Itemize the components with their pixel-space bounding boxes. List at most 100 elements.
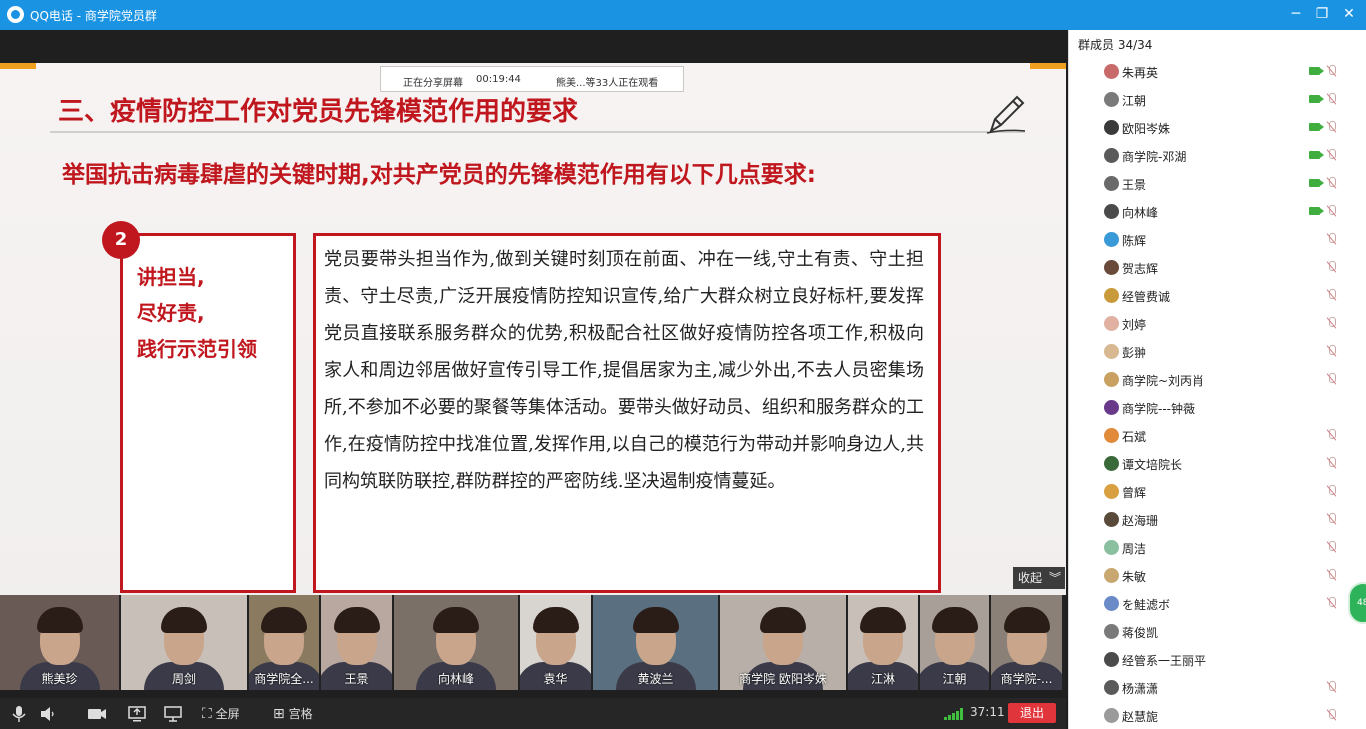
heading-divider — [50, 131, 1025, 133]
member-row[interactable]: 商学院-邓湖 — [1104, 141, 1336, 169]
member-avatar — [1104, 316, 1119, 331]
member-row[interactable]: 商学院---钟薇 — [1104, 393, 1334, 421]
member-avatar — [1104, 64, 1119, 79]
call-duration: 37:11 — [970, 705, 1005, 719]
member-row[interactable]: 朱敏 — [1104, 561, 1336, 589]
topic-text: 讲担当, 尽好责, 践行示范引领 — [137, 265, 257, 361]
mic-muted-icon — [1326, 345, 1338, 357]
fullscreen-icon: ⛶ — [202, 706, 212, 722]
member-name: 蒋俊凯 — [1122, 626, 1159, 640]
member-row[interactable]: 曾辉 — [1104, 477, 1336, 505]
member-row[interactable]: 赵慧旎 — [1104, 701, 1336, 729]
member-avatar — [1104, 120, 1119, 135]
camera-on-icon — [1309, 123, 1324, 131]
participant-hair — [1003, 607, 1050, 633]
member-row[interactable]: 江朝 — [1104, 85, 1336, 113]
camera-button[interactable] — [86, 704, 108, 724]
video-strip: 熊美珍 周剑 商学院全... 王景 向林峰 袁华 黄波兰 商学院 欧阳岑姝 江淋 江朝 商学院-..… — [0, 595, 1066, 690]
chevron-down-icon: ︾ — [1048, 571, 1061, 585]
video-tile[interactable]: 江淋 — [848, 595, 918, 690]
exit-call-button[interactable]: 退出 — [1008, 703, 1056, 723]
member-row[interactable]: 蒋俊凯 — [1104, 617, 1334, 645]
mic-muted-icon — [1326, 709, 1338, 721]
video-tile[interactable]: 黄波兰 — [593, 595, 718, 690]
camera-icon — [88, 709, 106, 719]
member-row[interactable]: を鮭滤ボ — [1104, 589, 1336, 617]
member-name: 陈辉 — [1122, 234, 1147, 248]
floating-network-badge[interactable]: 48 — [1348, 582, 1366, 624]
fullscreen-label: 全屏 — [215, 707, 240, 721]
member-avatar — [1104, 92, 1119, 107]
mic-muted-icon — [1326, 317, 1338, 329]
video-tile[interactable]: 江朝 — [920, 595, 989, 690]
member-row[interactable]: 经管费诚 — [1104, 281, 1336, 309]
member-avatar — [1104, 148, 1119, 163]
member-avatar — [1104, 484, 1119, 499]
share-viewers[interactable]: 熊美...等33人正在观看 — [556, 74, 658, 89]
member-row[interactable]: 贺志辉 — [1104, 253, 1336, 281]
whiteboard-button[interactable] — [163, 704, 183, 724]
participant-name: 商学院-... — [1000, 672, 1053, 686]
video-tile[interactable]: 袁华 — [520, 595, 591, 690]
video-tile[interactable]: 商学院全... — [249, 595, 319, 690]
microphone-icon — [12, 706, 26, 722]
video-tile[interactable]: 王景 — [321, 595, 392, 690]
participant-hair — [632, 607, 679, 633]
speaker-button[interactable] — [38, 704, 58, 724]
minimize-button[interactable]: ─ — [1285, 4, 1307, 24]
member-avatar — [1104, 680, 1119, 695]
grid-view-button[interactable]: ⊞ 宫格 — [273, 704, 313, 724]
slide-corner-decoration — [0, 63, 36, 69]
close-button[interactable]: ✕ — [1338, 4, 1360, 24]
mic-muted-icon — [1326, 541, 1338, 553]
member-name: 商学院---钟薇 — [1122, 402, 1195, 416]
camera-on-icon — [1309, 67, 1324, 75]
camera-on-icon — [1309, 179, 1324, 187]
video-tile[interactable]: 熊美珍 — [0, 595, 119, 690]
member-row[interactable]: 向林峰 — [1104, 197, 1336, 225]
member-name: 江朝 — [1122, 94, 1147, 108]
member-row[interactable]: 周洁 — [1104, 533, 1336, 561]
video-tile[interactable]: 向林峰 — [394, 595, 518, 690]
member-row[interactable]: 欧阳岑姝 — [1104, 113, 1336, 141]
member-row[interactable]: 赵海珊 — [1104, 505, 1336, 533]
screen-share-banner: 正在分享屏幕 00:19:44 熊美...等33人正在观看 — [380, 66, 684, 92]
member-row[interactable]: 杨潇潇 — [1104, 673, 1336, 701]
share-status: 正在分享屏幕 — [403, 78, 463, 89]
mic-muted-icon — [1326, 429, 1338, 441]
member-row[interactable]: 彭翀 — [1104, 337, 1336, 365]
video-tile[interactable]: 周剑 — [121, 595, 247, 690]
member-row[interactable]: 石斌 — [1104, 421, 1336, 449]
mic-muted-icon — [1326, 177, 1338, 189]
member-avatar — [1104, 652, 1119, 667]
member-row[interactable]: 朱再英 — [1104, 57, 1336, 85]
mic-muted-icon — [1326, 93, 1338, 105]
point-number-badge: 2 — [102, 221, 140, 259]
microphone-button[interactable] — [10, 704, 28, 724]
participant-name: 商学院 欧阳岑姝 — [739, 672, 827, 686]
screen-share-button[interactable] — [127, 704, 147, 724]
share-elapsed-time: 00:19:44 — [476, 74, 521, 85]
member-row[interactable]: 经管系一王丽平 — [1104, 645, 1334, 673]
member-row[interactable]: 谭文培院长 — [1104, 449, 1336, 477]
member-avatar — [1104, 204, 1119, 219]
video-tile[interactable]: 商学院 欧阳岑姝 — [720, 595, 846, 690]
participant-name: 王景 — [344, 672, 369, 686]
member-row[interactable]: 陈辉 — [1104, 225, 1336, 253]
video-tile[interactable]: 商学院-... — [991, 595, 1062, 690]
window-title: QQ电话 - 商学院党员群 — [30, 9, 157, 23]
participant-hair — [161, 607, 207, 633]
member-row[interactable]: 商学院~刘丙肖 — [1104, 365, 1336, 393]
participant-name: 江淋 — [870, 672, 895, 686]
mic-muted-icon — [1326, 373, 1338, 385]
fullscreen-button[interactable]: ⛶ 全屏 — [202, 704, 240, 724]
member-row[interactable]: 刘婷 — [1104, 309, 1336, 337]
participant-name: 周剑 — [171, 672, 196, 686]
restore-button[interactable]: ❐ — [1311, 4, 1333, 24]
call-toolbar: ⛶ 全屏 ⊞ 宫格 37:11 退出 — [0, 698, 1066, 729]
slide-corner-decoration — [1030, 63, 1066, 69]
screen-share-icon — [128, 706, 146, 722]
member-name: 谭文培院长 — [1122, 458, 1183, 472]
collapse-button[interactable]: 收起 ︾ — [1013, 567, 1065, 589]
member-row[interactable]: 王景 — [1104, 169, 1336, 197]
